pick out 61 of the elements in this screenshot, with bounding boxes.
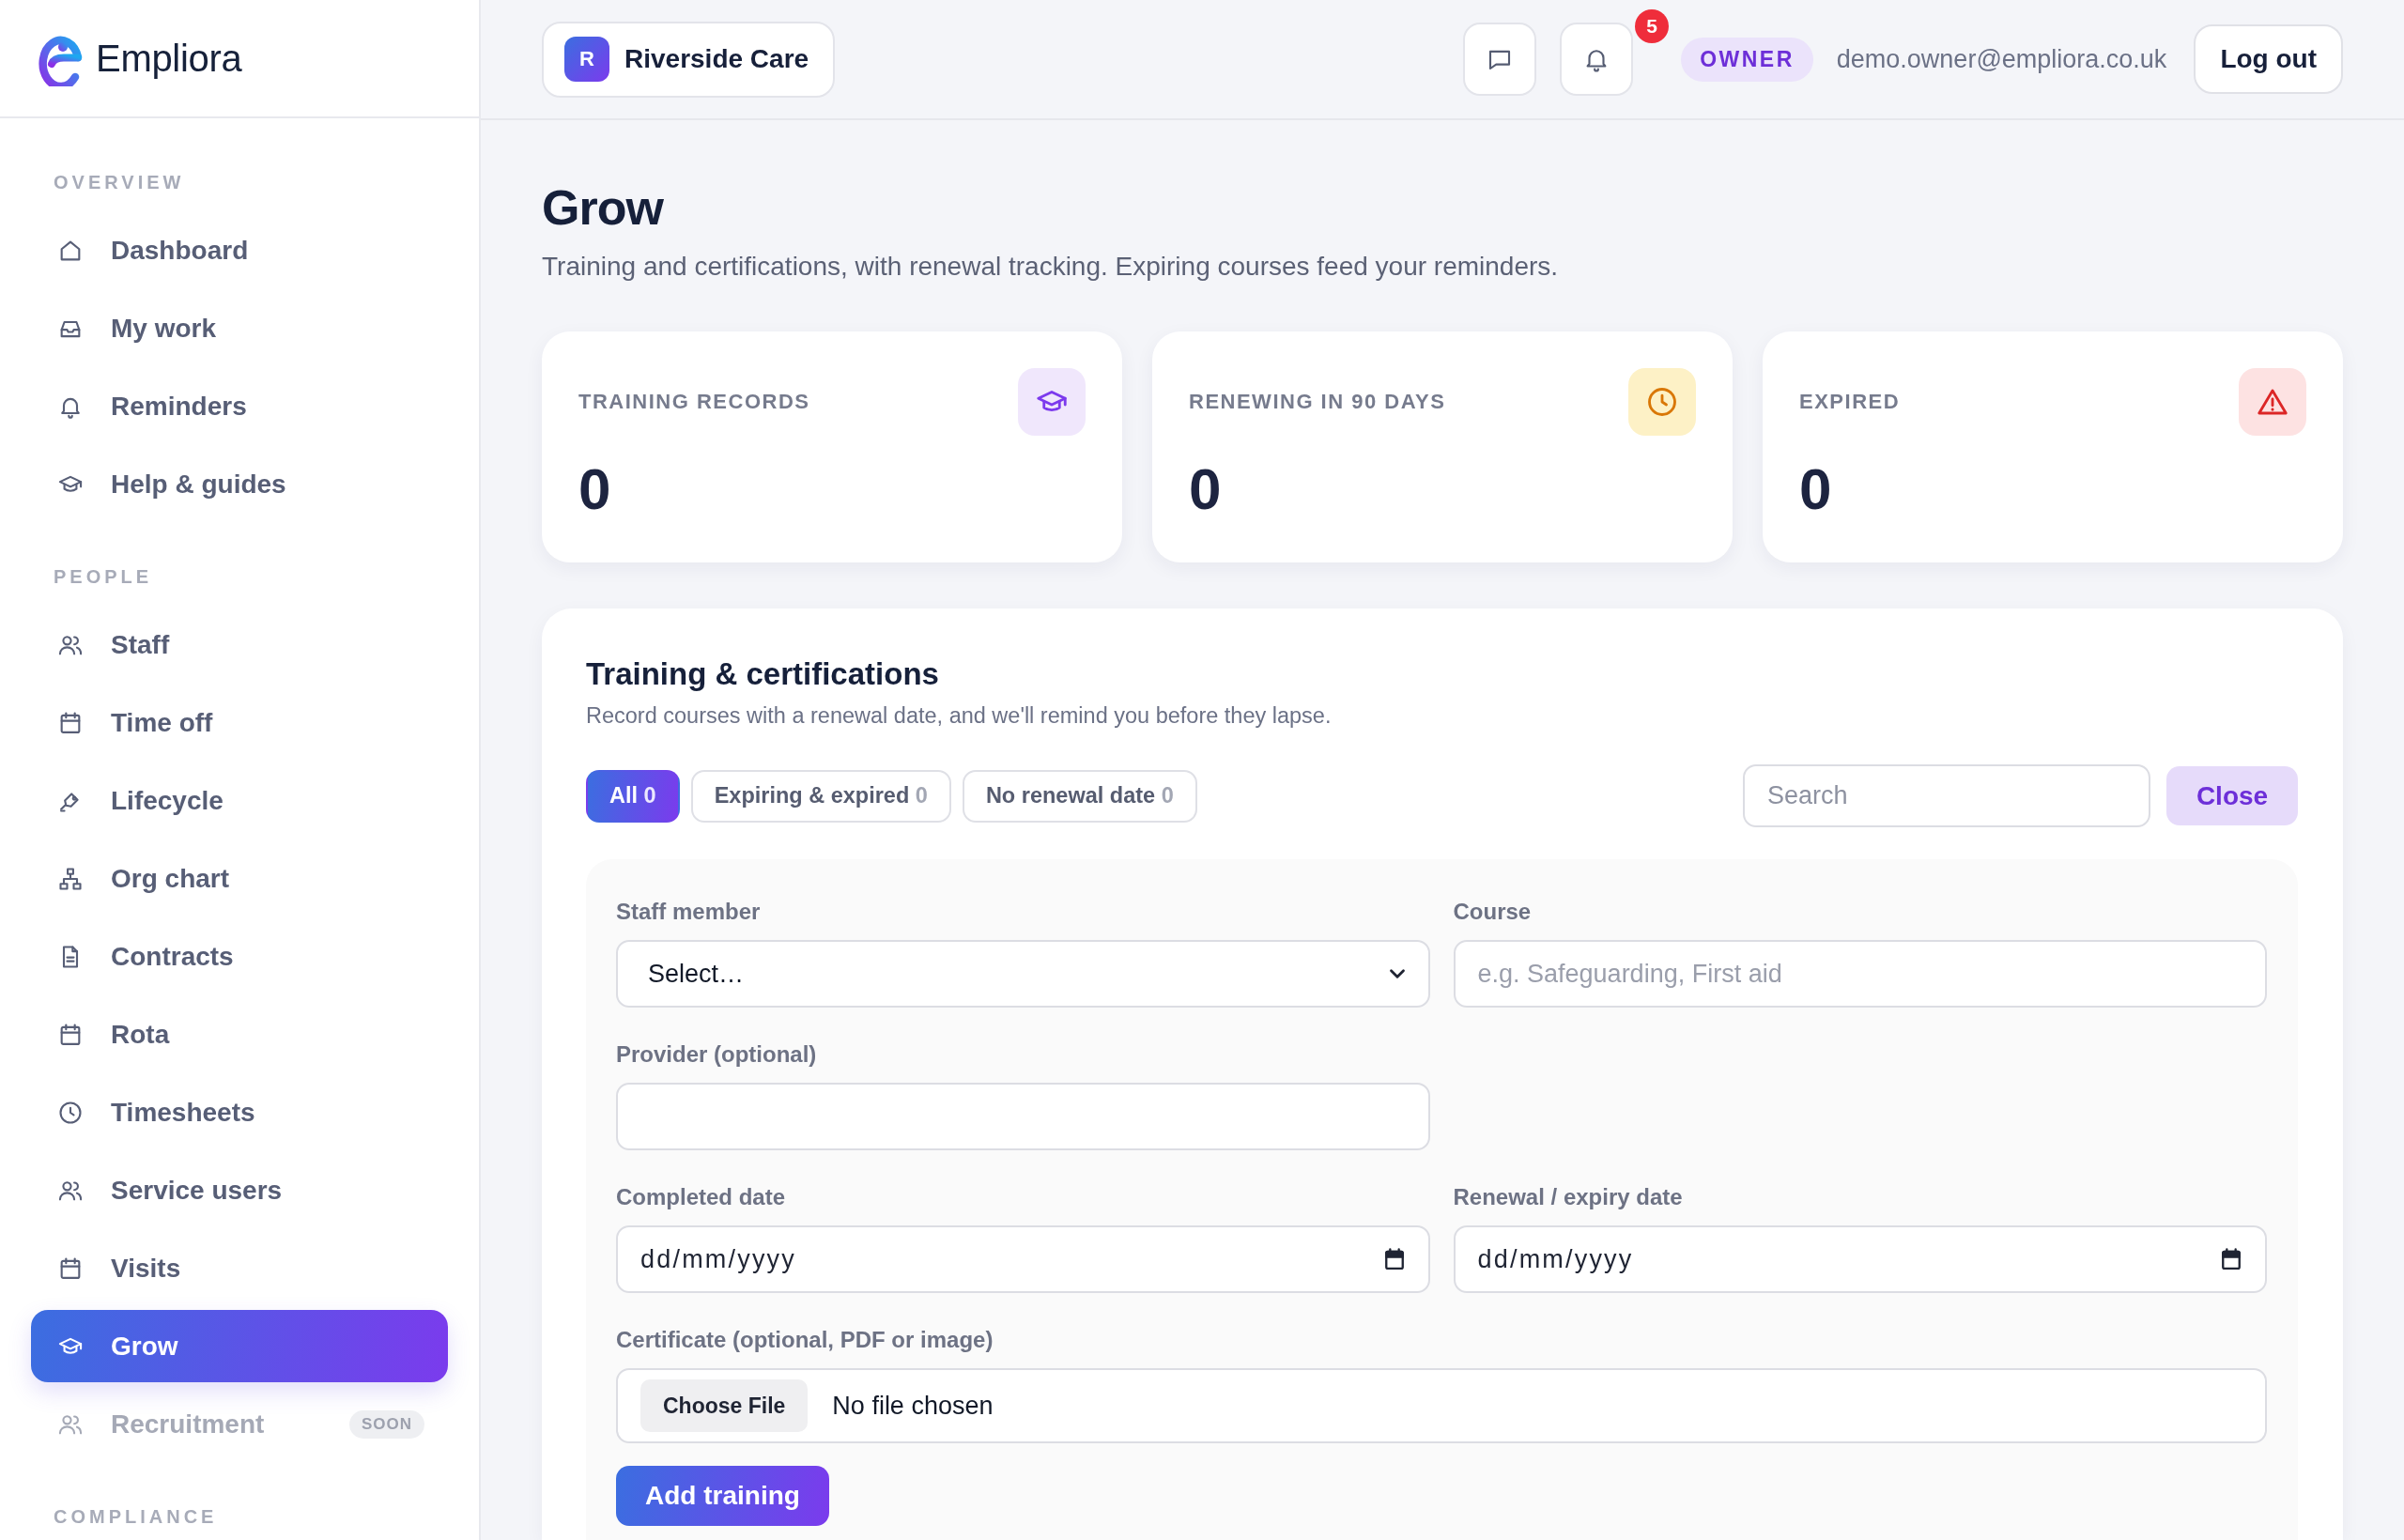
field-label: Course <box>1453 899 1533 925</box>
date-field[interactable]: dd/mm/yyyy <box>1453 1225 2267 1293</box>
nav-item[interactable]: Time off <box>31 686 448 759</box>
text-input[interactable] <box>616 1083 1430 1150</box>
nav-item[interactable]: Org chart <box>31 842 448 915</box>
stat-label: RENEWING IN 90 DAYS <box>1189 390 1446 414</box>
field-label: Completed date <box>616 1184 787 1210</box>
filter-chip[interactable]: No renewal date 0 <box>962 769 1197 823</box>
org-avatar: R <box>564 37 609 82</box>
file-status-text: No file chosen <box>832 1391 994 1421</box>
clock-icon <box>1628 368 1696 436</box>
search-field[interactable]: Search <box>1743 764 2150 827</box>
date-field[interactable]: dd/mm/yyyy <box>616 1225 1430 1293</box>
section-title: Training & certifications <box>586 655 940 693</box>
nav-item[interactable]: Help & guides <box>31 448 448 520</box>
stat-value: 0 <box>578 455 612 523</box>
text-input[interactable]: e.g. Safeguarding, First aid <box>1453 940 2267 1008</box>
stat-label: EXPIRED <box>1799 390 1901 414</box>
org-chart-icon <box>57 865 84 892</box>
nav-item[interactable]: Service users <box>31 1154 448 1226</box>
clock-icon <box>57 1099 84 1126</box>
field-label: Certificate (optional, PDF or image) <box>616 1327 994 1353</box>
notification-count-badge: 5 <box>1635 9 1670 43</box>
nav-item[interactable]: Visits <box>31 1232 448 1304</box>
close-button[interactable]: Close <box>2166 766 2298 825</box>
add-training-button[interactable]: Add training <box>616 1466 829 1526</box>
section-subtitle: Record courses with a renewal date, and we'll remind you before they lapse. <box>586 702 1333 729</box>
stat-label: TRAINING RECORDS <box>578 390 810 414</box>
section-heading: PEOPLE <box>53 565 154 588</box>
choose-file-button[interactable]: Choose File <box>640 1379 809 1432</box>
stat-value: 0 <box>1799 455 1833 523</box>
nav-item[interactable]: Staff <box>31 608 448 681</box>
page-subtitle: Training and certifications, with renewal tracking. Expiring courses feed your reminders. <box>542 251 1560 283</box>
nav-item[interactable]: Reminders <box>31 370 448 442</box>
logout-button[interactable]: Log out <box>2194 24 2343 94</box>
nav-item[interactable]: Grow <box>31 1310 448 1382</box>
page-title: Grow <box>542 179 665 237</box>
brand-name: Empliora <box>96 37 242 81</box>
stat-value: 0 <box>1189 455 1223 523</box>
filter-chip[interactable]: Expiring & expired 0 <box>690 769 951 823</box>
nav-item[interactable]: My work <box>31 292 448 364</box>
messages-button[interactable] <box>1463 23 1537 96</box>
field-label: Provider (optional) <box>616 1041 818 1068</box>
nav-item[interactable]: Rota <box>31 998 448 1070</box>
user-email: demo.owner@empliora.co.uk <box>1836 44 2167 74</box>
graduation-cap-icon <box>1018 368 1086 436</box>
field-label: Staff member <box>616 899 762 925</box>
nav-item[interactable]: Lifecycle <box>31 764 448 837</box>
filter-chip[interactable]: All 0 <box>586 769 680 823</box>
notifications-button[interactable] <box>1560 23 1634 96</box>
nav-item[interactable]: Contracts <box>31 920 448 993</box>
soon-badge: SOON <box>348 1409 424 1439</box>
select-field[interactable]: Select… <box>616 940 1430 1008</box>
section-heading: COMPLIANCE <box>53 1505 219 1528</box>
nav-item[interactable]: Dashboard <box>31 214 448 286</box>
field-label: Renewal / expiry date <box>1453 1184 1684 1210</box>
org-switcher[interactable]: R Riverside Care <box>542 21 836 98</box>
nav-item[interactable]: Timesheets <box>31 1076 448 1148</box>
warning-icon <box>2239 368 2306 436</box>
role-badge: OWNER <box>1681 37 1813 82</box>
section-heading: OVERVIEW <box>53 171 186 193</box>
